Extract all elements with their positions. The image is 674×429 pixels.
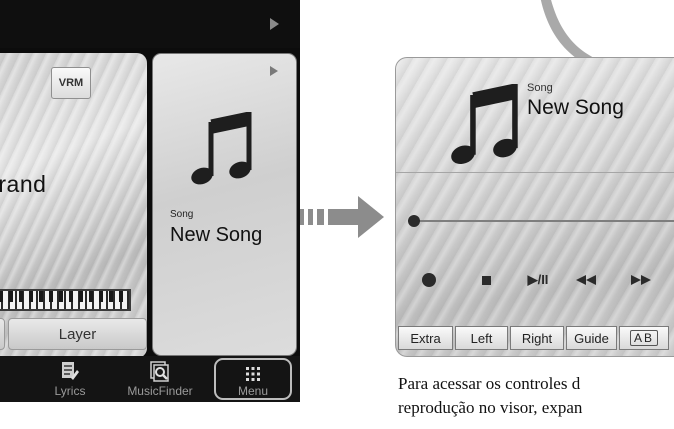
music-note-icon [451, 84, 518, 165]
guide-button[interactable]: Guide [566, 326, 617, 350]
grid-menu-icon [246, 367, 260, 381]
fast-forward-icon [631, 275, 651, 285]
vrm-button[interactable]: VRM [51, 67, 91, 99]
fast-forward-button[interactable] [629, 270, 653, 290]
voice-name: Grand [0, 171, 47, 197]
ab-label: AB [629, 330, 658, 346]
expand-arrow-icon[interactable] [270, 18, 279, 30]
menu-button[interactable]: Menu [214, 358, 292, 400]
rewind-icon [576, 275, 596, 285]
bottom-bar: Lyrics MusicFinder Menu [0, 356, 300, 402]
menu-label: Menu [237, 384, 269, 398]
layer-button[interactable]: Layer [8, 318, 147, 350]
right-arrow-icon [300, 196, 384, 238]
song-label: Song [527, 82, 553, 94]
part-button-row: Extra Left Right Guide AB [398, 326, 669, 350]
main-screen: VRM Grand Layer Song New Song Lyrics [0, 0, 300, 402]
rewind-button[interactable] [574, 270, 598, 290]
play-pause-button[interactable]: ▶/II [518, 270, 558, 290]
lyrics-icon [62, 362, 79, 380]
right-button[interactable]: Right [510, 326, 564, 350]
caption-line-2: reprodução no visor, expan [398, 398, 583, 417]
song-position-knob[interactable] [408, 215, 420, 227]
voice-panel[interactable]: VRM Grand [0, 53, 147, 358]
song-name: New Song [170, 224, 263, 246]
extra-button[interactable]: Extra [398, 326, 453, 350]
record-button[interactable] [419, 270, 439, 290]
song-label: Song [170, 209, 194, 220]
stop-icon [481, 275, 491, 285]
song-name: New Song [527, 96, 624, 119]
ab-repeat-button[interactable]: AB [619, 326, 669, 350]
song-playback-panel: Song New Song ▶/II Extra Left Right Guid… [395, 57, 674, 357]
lyrics-label: Lyrics [54, 384, 86, 398]
part-button[interactable] [0, 318, 5, 350]
record-icon [422, 273, 436, 287]
caption-text: Para acessar os controles d reprodução n… [398, 372, 674, 420]
expand-arrow-icon[interactable] [270, 66, 278, 76]
stop-button[interactable] [476, 270, 496, 290]
lyrics-button[interactable]: Lyrics [35, 356, 105, 402]
music-finder-icon [150, 361, 169, 382]
top-bar [0, 0, 300, 48]
divider [396, 172, 674, 173]
keyboard-icon [0, 289, 131, 311]
music-finder-label: MusicFinder [127, 384, 193, 398]
caption-line-1: Para acessar os controles d [398, 374, 581, 393]
song-position-track[interactable] [412, 220, 674, 222]
song-panel[interactable]: Song New Song [152, 53, 297, 356]
music-note-icon [191, 112, 252, 185]
left-button[interactable]: Left [455, 326, 508, 350]
music-finder-button[interactable]: MusicFinder [115, 356, 205, 402]
